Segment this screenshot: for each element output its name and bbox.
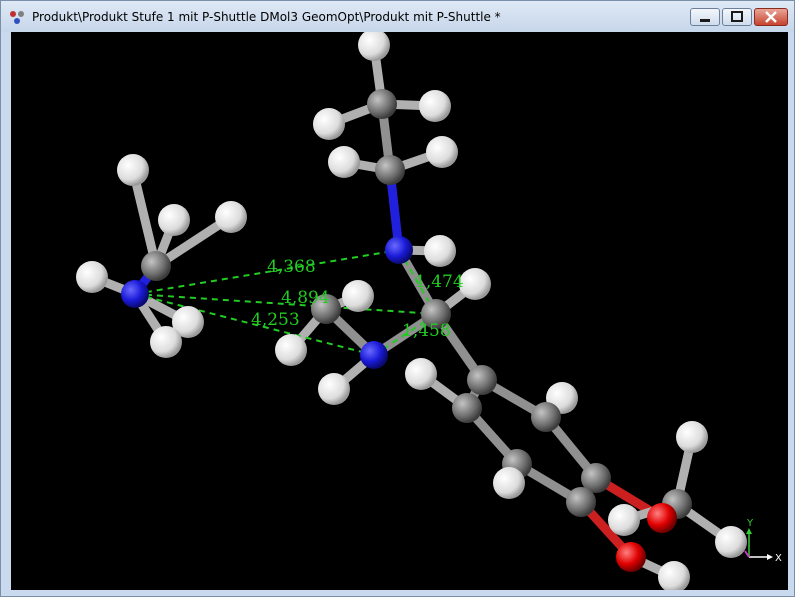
maximize-button[interactable] bbox=[722, 8, 752, 26]
minimize-icon bbox=[700, 19, 710, 22]
maximize-icon bbox=[731, 11, 743, 22]
y-axis-label: Y bbox=[746, 518, 754, 529]
atom-carbon[interactable] bbox=[467, 365, 497, 395]
distance-label: 4,894 bbox=[281, 288, 330, 308]
atom-hydrogen[interactable] bbox=[459, 268, 491, 300]
atom-carbon[interactable] bbox=[367, 89, 397, 119]
atom-hydrogen[interactable] bbox=[358, 32, 390, 61]
atom-hydrogen[interactable] bbox=[313, 108, 345, 140]
distance-label: 1,474 bbox=[415, 272, 464, 292]
distance-label: 4,368 bbox=[267, 257, 316, 277]
atom-hydrogen[interactable] bbox=[275, 334, 307, 366]
atom-hydrogen[interactable] bbox=[426, 136, 458, 168]
atom-oxygen[interactable] bbox=[616, 542, 646, 572]
distance-label: 1,458 bbox=[402, 321, 451, 341]
atom-oxygen[interactable] bbox=[647, 503, 677, 533]
3d-molecule-viewport[interactable]: 4,368 4,894 4,253 1,474 1,458 X Y bbox=[11, 32, 788, 590]
atom-hydrogen[interactable] bbox=[342, 280, 374, 312]
atom-hydrogen[interactable] bbox=[215, 201, 247, 233]
atom-hydrogen[interactable] bbox=[76, 261, 108, 293]
atom-carbon[interactable] bbox=[452, 393, 482, 423]
atom-hydrogen[interactable] bbox=[493, 467, 525, 499]
close-button[interactable] bbox=[754, 8, 788, 26]
atom-hydrogen[interactable] bbox=[318, 373, 350, 405]
axes-triad: X Y bbox=[744, 518, 782, 564]
atom-hydrogen[interactable] bbox=[424, 235, 456, 267]
window-title: Produkt\Produkt Stufe 1 mit P-Shuttle DM… bbox=[32, 10, 501, 24]
atom-carbon[interactable] bbox=[375, 155, 405, 185]
atom-hydrogen[interactable] bbox=[158, 204, 190, 236]
molecule-canvas[interactable]: 4,368 4,894 4,253 1,474 1,458 X Y bbox=[11, 32, 788, 590]
atom-carbon[interactable] bbox=[141, 251, 171, 281]
title-bar[interactable]: Produkt\Produkt Stufe 1 mit P-Shuttle DM… bbox=[1, 1, 794, 32]
close-icon bbox=[765, 11, 777, 23]
atom-hydrogen[interactable] bbox=[117, 154, 149, 186]
atom-hydrogen[interactable] bbox=[150, 326, 182, 358]
atom-hydrogen[interactable] bbox=[328, 146, 360, 178]
atom-hydrogen[interactable] bbox=[658, 561, 690, 590]
atom-carbon[interactable] bbox=[531, 402, 561, 432]
atom-nitrogen[interactable] bbox=[385, 236, 413, 264]
x-axis-label: X bbox=[775, 553, 782, 564]
atom-nitrogen[interactable] bbox=[121, 280, 149, 308]
atom-hydrogen[interactable] bbox=[419, 90, 451, 122]
application-window: Produkt\Produkt Stufe 1 mit P-Shuttle DM… bbox=[0, 0, 795, 597]
atom-hydrogen[interactable] bbox=[405, 358, 437, 390]
distance-label: 4,253 bbox=[251, 310, 300, 330]
atom-carbon[interactable] bbox=[566, 487, 596, 517]
molecule-app-icon bbox=[10, 11, 24, 24]
minimize-button[interactable] bbox=[690, 8, 720, 26]
atom-nitrogen[interactable] bbox=[360, 341, 388, 369]
atom-hydrogen[interactable] bbox=[715, 526, 747, 558]
atom-hydrogen[interactable] bbox=[676, 421, 708, 453]
atom-hydrogen[interactable] bbox=[608, 504, 640, 536]
